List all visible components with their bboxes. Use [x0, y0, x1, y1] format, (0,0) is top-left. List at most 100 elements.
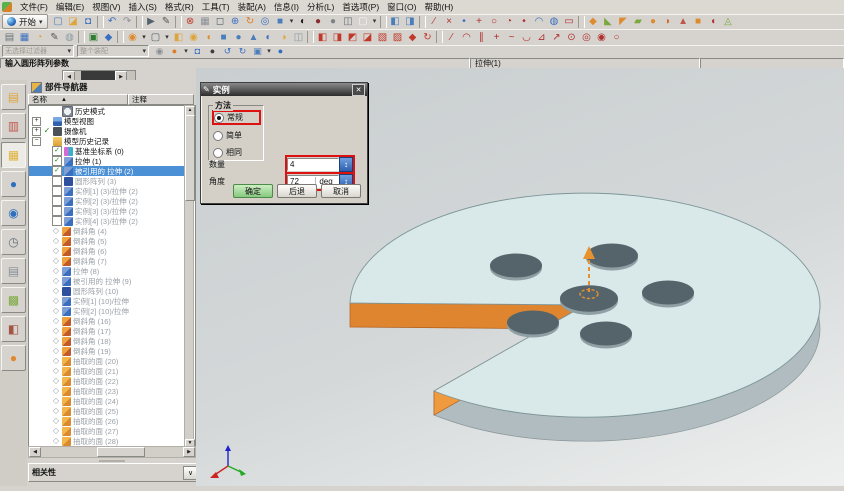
expander-icon[interactable] — [43, 348, 50, 355]
edit-object-display-icon[interactable]: ✎ — [47, 31, 62, 44]
feature-thread-icon[interactable]: ◬ — [721, 15, 736, 28]
gray-render-icon[interactable]: ● — [326, 15, 341, 28]
expander-icon[interactable] — [43, 438, 50, 445]
orbit-right-icon[interactable]: ↻ — [235, 46, 250, 57]
roles-tab-icon[interactable]: ● — [1, 345, 26, 371]
feature-datum-plane-icon[interactable]: ◣ — [601, 15, 616, 28]
menu-tools[interactable]: 工具(T) — [198, 1, 234, 14]
part-navigator-tab-icon[interactable]: ▦ — [1, 142, 26, 168]
tree-row[interactable]: 实例[1] (10)/拉伸 — [29, 296, 195, 306]
expander-icon[interactable] — [43, 178, 50, 185]
feature-checkbox[interactable] — [52, 347, 60, 355]
expander-icon[interactable] — [43, 228, 50, 235]
tree-row[interactable]: + 摄像机 — [29, 126, 195, 136]
tree-row[interactable]: 实例[1] (3)/拉伸 (2) — [29, 186, 195, 196]
separator[interactable] — [436, 31, 443, 43]
fit-view-icon[interactable]: ◎ — [258, 15, 273, 28]
separator[interactable] — [78, 31, 85, 43]
tree-row[interactable]: 倒斜角 (18) — [29, 336, 195, 346]
cancel-button[interactable]: 取消 — [321, 184, 361, 198]
display-window-icon[interactable]: ▦ — [198, 15, 213, 28]
layer-settings-icon[interactable]: ▦ — [17, 31, 32, 44]
expander-icon[interactable] — [43, 108, 50, 115]
sweep-icon[interactable]: ◖ — [201, 31, 216, 44]
feature-revolve-icon[interactable]: ◆ — [586, 15, 601, 28]
snap-endpoint-icon[interactable]: ∕ — [427, 15, 442, 28]
close-icon[interactable]: ✕ — [352, 84, 365, 96]
dialog-title-bar[interactable]: ✎ 实例 ✕ — [201, 83, 367, 96]
count-input[interactable]: 4 — [287, 158, 339, 171]
expander-icon[interactable]: + — [32, 117, 41, 126]
menu-edit[interactable]: 编辑(E) — [52, 1, 88, 14]
cascade-window-icon[interactable]: ◧ — [388, 15, 403, 28]
feature-checkbox[interactable] — [52, 196, 62, 206]
parallel-line-icon[interactable]: ∥ — [474, 31, 489, 44]
feature-hole-icon[interactable]: ● — [646, 15, 661, 28]
feature-checkbox[interactable] — [52, 156, 62, 166]
wcs-dynamics-icon[interactable]: ◔ — [32, 31, 47, 44]
delete-face-icon[interactable]: ▨ — [390, 31, 405, 44]
tree-row[interactable]: 基准坐标系 (0) — [29, 146, 195, 156]
snap-midpoint-icon[interactable]: × — [442, 15, 457, 28]
shaded-ball-icon[interactable]: ● — [205, 46, 220, 57]
tree-horizontal-scrollbar[interactable]: ◀ ▶ — [28, 446, 196, 458]
snap-existing-point-icon[interactable]: • — [517, 15, 532, 28]
menu-preferences[interactable]: 首选项(P) — [338, 1, 383, 14]
radio-simple[interactable]: 简单 — [212, 129, 261, 142]
selection-filter-combo[interactable]: 无选择过滤器 ▾ — [2, 45, 74, 57]
expander-icon[interactable] — [43, 258, 50, 265]
scrollbar-thumb[interactable] — [185, 115, 195, 201]
cylinder-icon[interactable]: ● — [231, 31, 246, 44]
menu-format[interactable]: 格式(R) — [161, 1, 198, 14]
filled-circle-icon[interactable]: ◉ — [594, 31, 609, 44]
tree-row[interactable]: 抽取的面 (25) — [29, 406, 195, 416]
ellipse-icon[interactable]: ○ — [609, 31, 624, 44]
open-icon[interactable]: ◪ — [66, 15, 81, 28]
feature-checkbox[interactable] — [52, 287, 60, 295]
feature-checkbox[interactable] — [52, 277, 60, 285]
expander-icon[interactable] — [43, 368, 50, 375]
tree-row[interactable]: 被引用的 拉伸 (2) — [29, 166, 195, 176]
tree-row[interactable]: 抽取的面 (24) — [29, 396, 195, 406]
expander-icon[interactable] — [43, 208, 50, 215]
pull-face-icon[interactable]: ◨ — [330, 31, 345, 44]
tree-row[interactable]: 圆形阵列 (10) — [29, 286, 195, 296]
snap-point-on-curve-icon[interactable]: ◠ — [532, 15, 547, 28]
selection-tool-icon[interactable]: ▶ — [144, 15, 159, 28]
feature-checkbox[interactable] — [52, 216, 62, 226]
feature-checkbox[interactable] — [52, 327, 60, 335]
feature-checkbox[interactable] — [52, 247, 60, 255]
tree-row[interactable]: 被引用的 拉伸 (9) — [29, 276, 195, 286]
feature-checkbox[interactable] — [52, 337, 60, 345]
line-icon[interactable]: ∕ — [444, 31, 459, 44]
subtract-icon[interactable]: ◑ — [276, 31, 291, 44]
tree-row[interactable]: 倒斜角 (6) — [29, 246, 195, 256]
separator[interactable] — [175, 16, 182, 28]
separator[interactable] — [136, 16, 143, 28]
reuse-library-tab-icon[interactable]: ● — [1, 171, 26, 197]
feature-checkbox[interactable] — [52, 407, 60, 415]
offset-region-icon[interactable]: ◩ — [345, 31, 360, 44]
background-swatch-icon[interactable]: ▢ — [356, 15, 371, 28]
scrollbar-thumb[interactable] — [81, 71, 115, 80]
expander-icon[interactable] — [43, 158, 50, 165]
start-button[interactable]: 开始 ▾ — [2, 14, 48, 29]
expander-icon[interactable] — [43, 338, 50, 345]
expander-icon[interactable] — [43, 298, 50, 305]
tree-vertical-scrollbar[interactable]: ▲ ▼ — [184, 105, 194, 450]
expander-icon[interactable] — [43, 278, 50, 285]
menu-assemblies[interactable]: 装配(A) — [234, 1, 270, 14]
dropdown-arrow[interactable]: ▾ — [163, 31, 171, 44]
tree-row[interactable]: 抽取的面 (21) — [29, 366, 195, 376]
rotate-view-icon[interactable]: ↻ — [243, 15, 258, 28]
expander-icon[interactable] — [43, 418, 50, 425]
expander-icon[interactable] — [43, 408, 50, 415]
shell-icon[interactable]: ◫ — [291, 31, 306, 44]
tree-row[interactable]: 抽取的面 (26) — [29, 416, 195, 426]
tile-window-icon[interactable]: ◨ — [403, 15, 418, 28]
radio-dot-icon[interactable] — [214, 113, 224, 123]
feature-checkbox[interactable] — [52, 166, 62, 176]
shaded-view-icon[interactable]: ■ — [273, 15, 288, 28]
expander-icon[interactable] — [43, 318, 50, 325]
back-button[interactable]: 后退 — [277, 184, 317, 198]
